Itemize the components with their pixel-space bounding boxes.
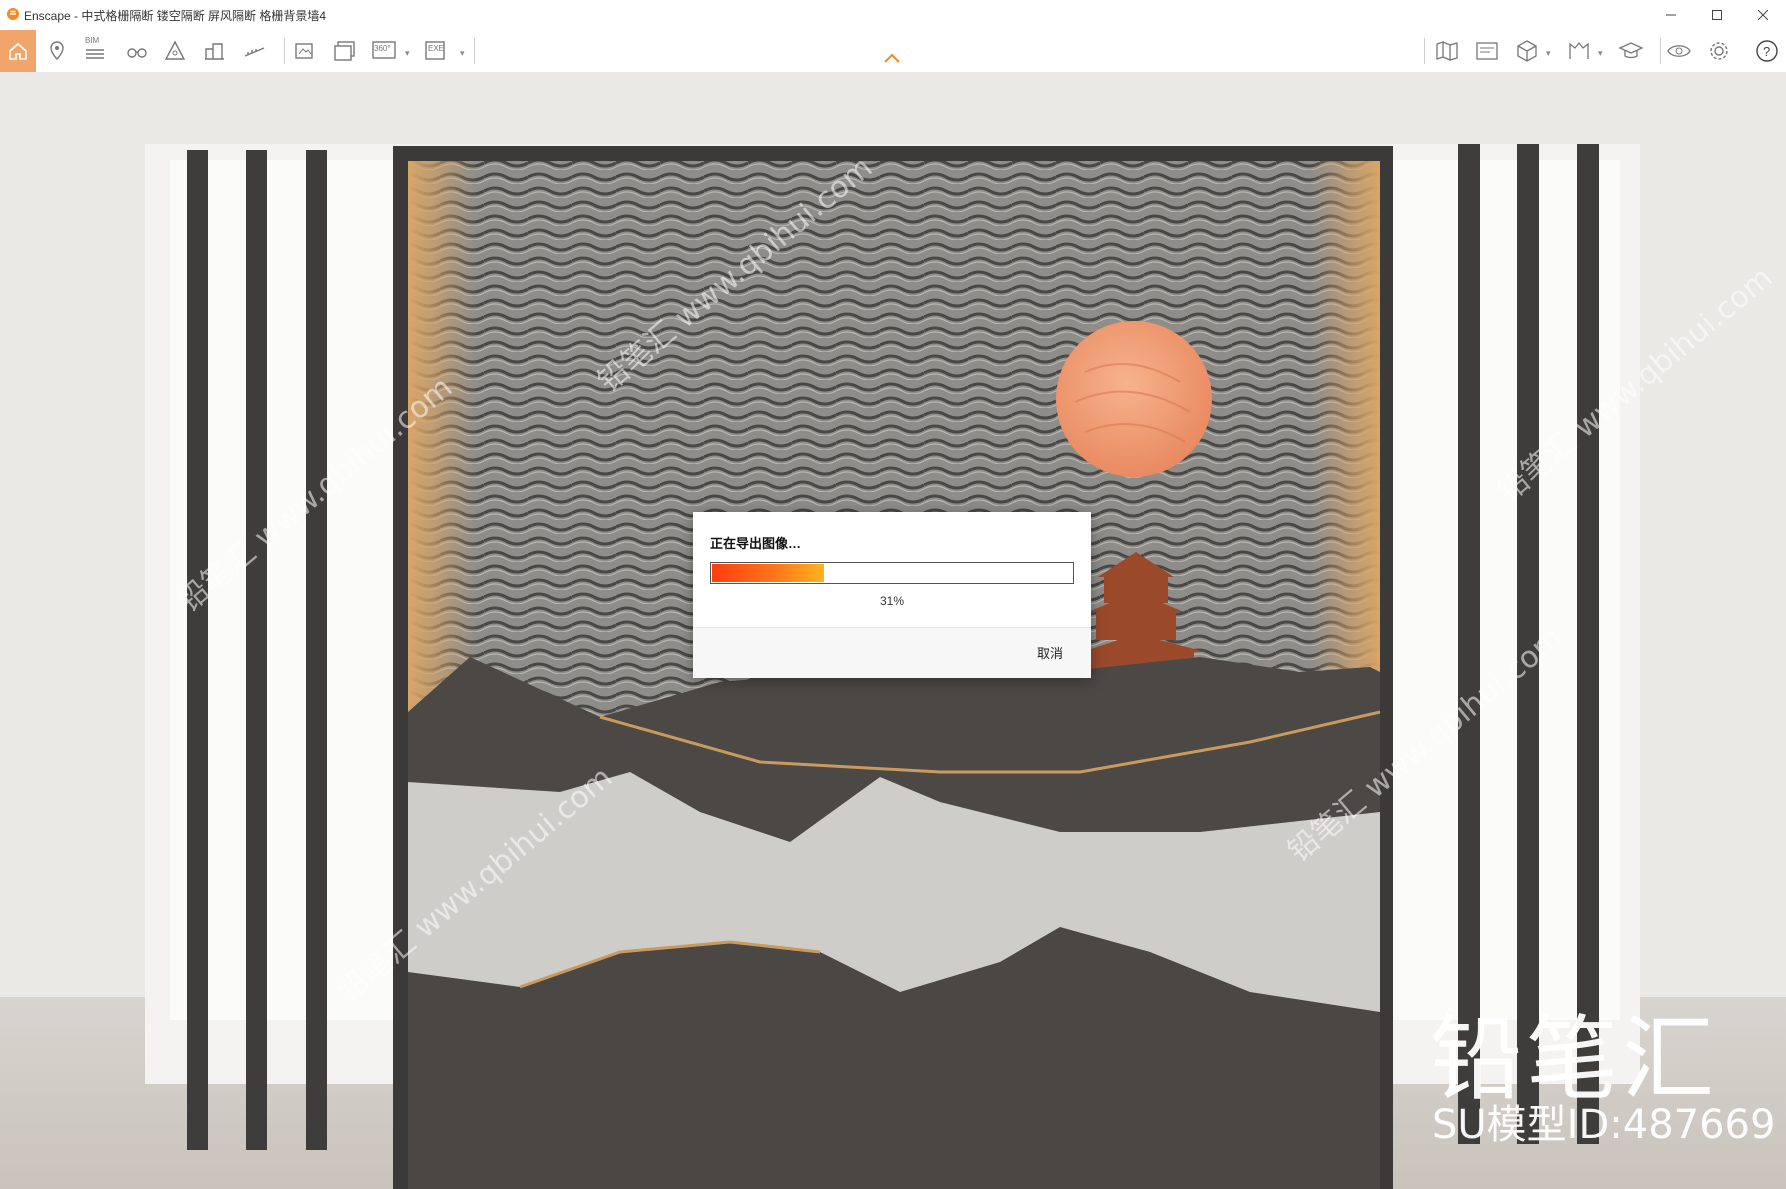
sun-disc — [1056, 321, 1212, 477]
dialog-title: 正在导出图像… — [710, 536, 802, 551]
cancel-button[interactable]: 取消 — [1037, 643, 1063, 662]
render-settings-icon[interactable] — [1474, 38, 1500, 64]
graduation-cap-icon[interactable] — [1618, 38, 1644, 64]
progress-fill — [712, 564, 824, 582]
left-bar — [246, 150, 267, 1150]
assets-dropdown-caret[interactable]: ▾ — [1598, 48, 1603, 59]
binoculars-icon[interactable] — [124, 38, 150, 64]
screenshot-icon[interactable] — [292, 38, 318, 64]
model-id-watermark: SU模型ID:487669 — [1432, 1102, 1776, 1148]
panorama-button[interactable]: 360° — [372, 38, 398, 64]
svg-text:?: ? — [1763, 44, 1770, 59]
gear-icon[interactable] — [1706, 38, 1732, 64]
exe-label: EXE — [428, 44, 445, 53]
home-button[interactable] — [0, 30, 36, 72]
bim-button[interactable]: BIM — [82, 36, 108, 64]
collapse-toolbar-icon[interactable] — [883, 52, 901, 64]
minimize-icon — [1666, 14, 1676, 16]
help-icon[interactable]: ? — [1754, 38, 1780, 64]
location-pin-icon[interactable] — [44, 38, 70, 64]
toolbar-separator — [1660, 38, 1661, 64]
maximize-button[interactable] — [1694, 2, 1740, 28]
exe-export-button[interactable]: EXE — [424, 38, 450, 64]
bim-label: BIM — [85, 36, 100, 45]
warning-icon[interactable] — [162, 38, 188, 64]
assets-icon[interactable] — [1566, 38, 1592, 64]
eye-icon[interactable] — [1666, 38, 1692, 64]
cube-dropdown-caret[interactable]: ▾ — [1546, 48, 1551, 59]
title-bar: Enscape - 中式格栅隔断 镂空隔断 屏风隔断 格栅背景墙4 — [0, 0, 1786, 30]
panorama-dropdown-caret[interactable]: ▾ — [405, 48, 410, 59]
buildings-icon[interactable] — [202, 38, 228, 64]
map-icon[interactable] — [1434, 38, 1460, 64]
batch-render-icon[interactable] — [332, 38, 358, 64]
toolbar-separator — [284, 38, 285, 64]
toolbar-separator — [474, 38, 475, 64]
export-progress-dialog: 正在导出图像… 31% 取消 — [693, 512, 1091, 678]
maximize-icon — [1712, 10, 1722, 20]
window-title: Enscape - 中式格栅隔断 镂空隔断 屏风隔断 格栅背景墙4 — [24, 9, 327, 23]
exe-dropdown-caret[interactable]: ▾ — [460, 48, 465, 59]
ruler-icon[interactable] — [242, 38, 268, 64]
enscape-logo-icon — [7, 8, 19, 20]
progress-percent: 31% — [879, 594, 905, 608]
left-bar — [187, 150, 208, 1150]
panorama-label: 360° — [374, 44, 391, 53]
close-button[interactable] — [1740, 2, 1786, 28]
dialog-footer: 取消 — [693, 627, 1091, 678]
close-icon — [1757, 9, 1769, 21]
home-icon — [9, 42, 27, 60]
minimize-button[interactable] — [1648, 2, 1694, 28]
toolbar-separator — [1424, 38, 1425, 64]
export-progress-bar — [710, 562, 1074, 584]
left-bar — [306, 150, 327, 1150]
cube-icon[interactable] — [1514, 38, 1540, 64]
